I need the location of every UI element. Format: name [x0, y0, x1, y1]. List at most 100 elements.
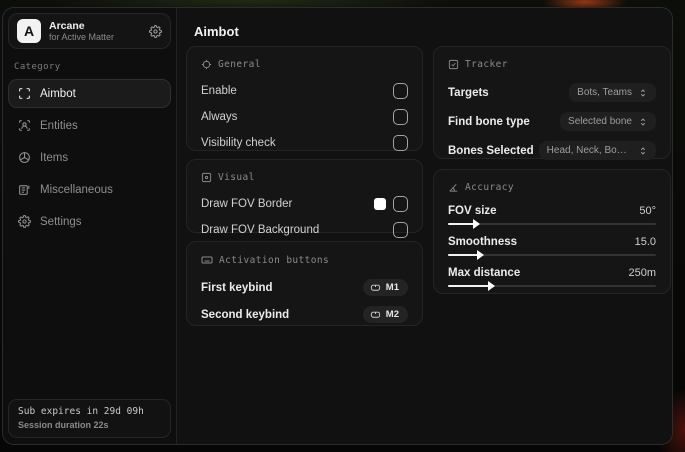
- setting-label: Always: [201, 111, 238, 123]
- tracker-icon: [448, 59, 459, 70]
- entity-scan-icon: [18, 119, 31, 132]
- sidebar-item-label: Settings: [40, 215, 82, 228]
- brand-title: Arcane: [49, 19, 85, 32]
- setting-row-enable: Enable: [199, 78, 410, 104]
- setting-row-targets: Targets Bots, Teams: [446, 78, 658, 107]
- panel-list-icon: [18, 183, 31, 196]
- keybind-value: M1: [385, 282, 399, 293]
- setting-row-draw-fov-background: Draw FOV Background: [199, 217, 410, 243]
- subscription-info-card: Sub expires in 29d 09h Session duration …: [8, 399, 171, 438]
- tracker-card: Tracker Targets Bots, Teams Find bone ty…: [433, 46, 671, 160]
- arcane-logo: A: [17, 19, 41, 43]
- enable-checkbox[interactable]: [393, 83, 408, 99]
- section-header: Tracker: [465, 59, 508, 70]
- find-bone-type-dropdown[interactable]: Selected bone: [560, 112, 656, 131]
- setting-row-first-keybind: First keybind M1: [199, 274, 410, 301]
- sidebar-item-label: Aimbot: [40, 87, 76, 100]
- draw-fov-background-checkbox[interactable]: [393, 222, 408, 238]
- setting-label: Draw FOV Background: [201, 224, 320, 236]
- gear-icon: [18, 215, 31, 228]
- setting-label: Visibility check: [201, 137, 276, 149]
- sidebar-item-label: Entities: [40, 119, 78, 132]
- section-header: General: [218, 59, 261, 70]
- section-header: Visual: [218, 172, 255, 183]
- image-icon: [201, 172, 212, 183]
- dropdown-value: Bots, Teams: [577, 87, 632, 98]
- setting-label: Enable: [201, 85, 237, 97]
- setting-row-always: Always: [199, 104, 410, 130]
- second-keybind-button[interactable]: M2: [362, 306, 408, 323]
- sidebar-item-miscellaneous[interactable]: Miscellaneous: [8, 175, 171, 204]
- general-card: General Enable Always Visibility check: [186, 46, 423, 151]
- targets-dropdown[interactable]: Bots, Teams: [569, 83, 656, 102]
- section-header: Activation buttons: [219, 254, 330, 266]
- setting-row-second-keybind: Second keybind M2: [199, 301, 410, 328]
- category-label: Category: [14, 62, 61, 72]
- slider-thumb[interactable]: [477, 250, 485, 260]
- keyboard-icon: [201, 254, 213, 266]
- aim-scan-icon: [18, 87, 31, 100]
- setting-label: Max distance: [448, 267, 521, 279]
- setting-label: Draw FOV Border: [201, 198, 293, 210]
- mouse-icon: [370, 309, 381, 320]
- category-nav: Aimbot Entities Items Miscellaneous Sett…: [8, 79, 171, 239]
- unfold-icon: [638, 146, 648, 156]
- dropdown-value: Head, Neck, Body, Pe..: [546, 145, 632, 156]
- sidebar-item-entities[interactable]: Entities: [8, 111, 171, 140]
- arcane-menu-window: A Arcane for Active Matter Category Aimb…: [2, 7, 673, 445]
- smoothness-slider[interactable]: [448, 250, 656, 260]
- slider-value: 50°: [639, 205, 656, 217]
- draw-fov-border-checkbox[interactable]: [393, 196, 408, 212]
- unfold-icon: [638, 88, 648, 98]
- slider-value: 15.0: [634, 236, 656, 248]
- sphere-icon: [18, 151, 31, 164]
- setting-label: FOV size: [448, 205, 497, 217]
- dropdown-value: Selected bone: [568, 116, 632, 127]
- mouse-icon: [370, 282, 381, 293]
- unfold-icon: [638, 117, 648, 127]
- sidebar-item-items[interactable]: Items: [8, 143, 171, 172]
- brand-subtitle: for Active Matter: [49, 31, 115, 42]
- first-keybind-button[interactable]: M1: [362, 279, 408, 296]
- gear-icon[interactable]: [149, 24, 162, 38]
- slider-thumb[interactable]: [487, 281, 495, 291]
- section-header: Accuracy: [465, 182, 514, 193]
- activation-buttons-card: Activation buttons First keybind M1 Seco…: [186, 241, 423, 326]
- visibility-check-checkbox[interactable]: [393, 135, 408, 151]
- fov-size-slider[interactable]: [448, 219, 656, 229]
- setting-row-bones-selected: Bones Selected Head, Neck, Body, Pe..: [446, 136, 658, 165]
- smoothness-slider-block: Smoothness 15.0: [446, 232, 658, 263]
- setting-row-find-bone-type: Find bone type Selected bone: [446, 107, 658, 136]
- brand-card: A Arcane for Active Matter: [8, 13, 171, 49]
- setting-row-visibility-check: Visibility check: [199, 130, 410, 156]
- setting-label: Smoothness: [448, 236, 518, 248]
- max-distance-slider[interactable]: [448, 281, 656, 291]
- setting-label: Targets: [448, 86, 489, 99]
- page-title: Aimbot: [194, 24, 239, 39]
- visual-card: Visual Draw FOV Border Draw FOV Backgrou…: [186, 159, 423, 238]
- setting-label: Find bone type: [448, 115, 530, 128]
- sidebar-item-label: Items: [40, 151, 69, 164]
- sidebar: A Arcane for Active Matter Category Aimb…: [3, 8, 177, 444]
- sub-expires-text: Sub expires in 29d 09h: [18, 406, 144, 417]
- setting-label: Bones Selected: [448, 144, 534, 157]
- slider-thumb[interactable]: [473, 219, 481, 229]
- sidebar-item-aimbot[interactable]: Aimbot: [8, 79, 171, 108]
- fov-size-slider-block: FOV size 50°: [446, 201, 658, 232]
- slider-value: 250m: [628, 267, 656, 279]
- max-distance-slider-block: Max distance 250m: [446, 263, 658, 294]
- setting-label: Second keybind: [201, 308, 290, 321]
- bones-selected-dropdown[interactable]: Head, Neck, Body, Pe..: [538, 141, 656, 160]
- sidebar-item-settings[interactable]: Settings: [8, 207, 171, 236]
- keybind-value: M2: [385, 309, 399, 320]
- crosshair-icon: [201, 59, 212, 70]
- accuracy-card: Accuracy FOV size 50° Smoothness 15.0 Ma…: [433, 169, 671, 294]
- session-duration-text: Session duration 22s: [18, 420, 109, 430]
- setting-label: First keybind: [201, 281, 273, 294]
- setting-row-draw-fov-border: Draw FOV Border: [199, 191, 410, 217]
- main-panel: Aimbot General Enable Always Visibility …: [177, 8, 672, 444]
- sidebar-item-label: Miscellaneous: [40, 183, 113, 196]
- angle-icon: [448, 182, 459, 193]
- always-checkbox[interactable]: [393, 109, 408, 125]
- fov-border-color-swatch[interactable]: [374, 198, 386, 210]
